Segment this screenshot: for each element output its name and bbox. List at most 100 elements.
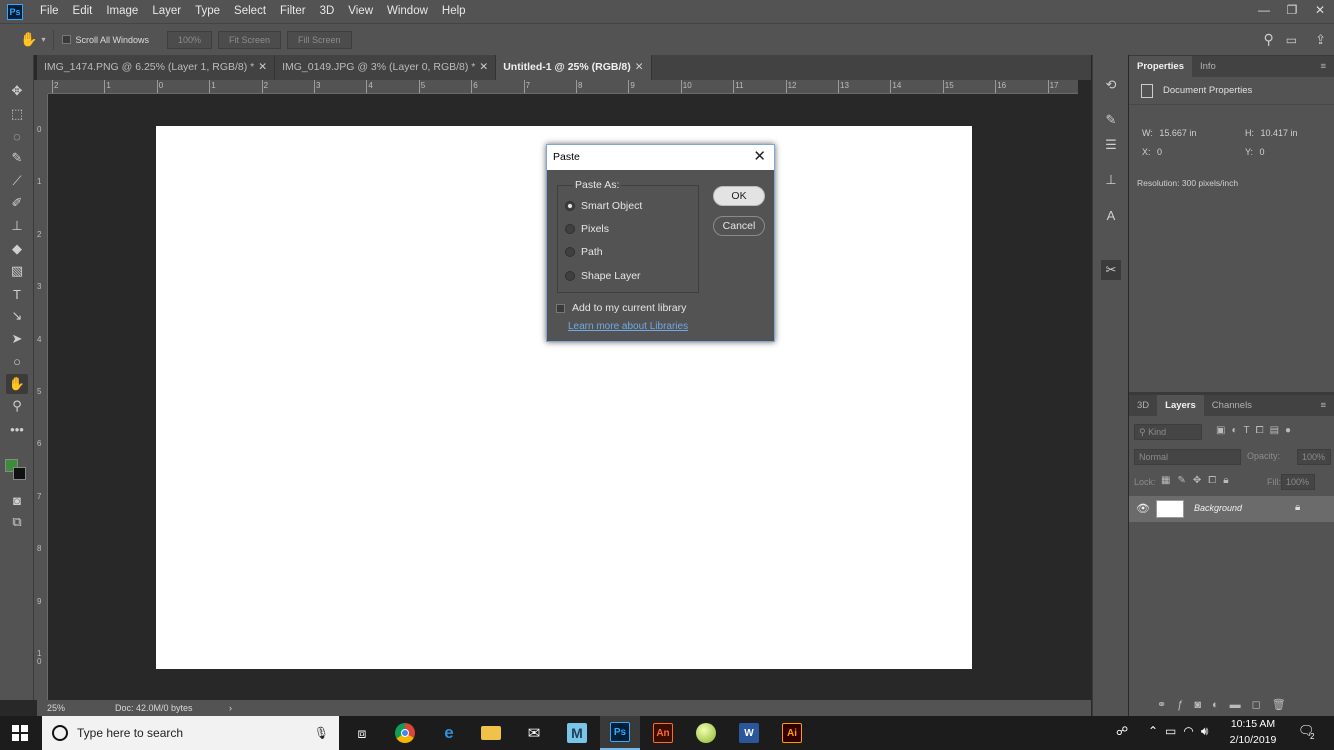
menu-help[interactable]: Help (435, 0, 473, 23)
tool-presets-icon[interactable]: ✂ (1101, 260, 1121, 280)
scroll-all-windows-checkbox[interactable] (62, 35, 72, 44)
close-icon[interactable]: ✕ (753, 145, 766, 169)
layer-filter-icons[interactable]: ▣◐T⧠▤● (1216, 425, 1297, 436)
add-to-library[interactable]: Add to my current library (556, 302, 686, 314)
menu-layer[interactable]: Layer (145, 0, 188, 23)
ellipse-tool-icon[interactable]: ○ (6, 351, 28, 371)
zoom-tool-icon[interactable]: ⚲ (6, 396, 28, 416)
width-value[interactable]: 15.667 in (1159, 128, 1196, 138)
marquee-tool-icon[interactable]: ⬚ (6, 104, 28, 124)
preset-dropdown-icon[interactable]: ▾ (41, 35, 45, 44)
moviemaker-icon[interactable]: M (557, 716, 597, 750)
file-explorer-icon[interactable] (471, 716, 511, 750)
close-window-icon[interactable]: ✕ (1306, 0, 1334, 23)
edge-icon[interactable]: e (429, 716, 469, 750)
chrome-icon[interactable] (385, 716, 425, 750)
quick-select-tool-icon[interactable]: ✎ (6, 148, 28, 168)
stamp-tool-icon[interactable]: ⊥ (6, 216, 28, 236)
radio-button[interactable] (565, 224, 575, 234)
radio-button[interactable] (565, 247, 575, 257)
panel-menu-icon[interactable]: ≡ (1312, 56, 1334, 77)
system-tray-icons[interactable]: ⌃▭◠🔊︎ (1148, 724, 1215, 739)
background-color-swatch[interactable] (13, 467, 26, 480)
lasso-tool-icon[interactable]: ◌ (6, 126, 28, 146)
hand-tool-icon[interactable]: ✋ (6, 374, 28, 394)
menu-view[interactable]: View (341, 0, 380, 23)
fit-screen-button[interactable]: Fit Screen (218, 30, 282, 49)
radio-button[interactable] (565, 201, 575, 211)
menu-file[interactable]: File (33, 0, 66, 23)
restore-icon[interactable]: ❐ (1278, 0, 1306, 23)
tab-img-1474[interactable]: IMG_1474.PNG @ 6.25% (Layer 1, RGB/8) * ✕ (37, 55, 276, 80)
kind-filter[interactable]: ⚲ Kind (1134, 424, 1202, 440)
eyedropper-tool-icon[interactable]: ⟋ (6, 171, 28, 191)
fill-input[interactable]: 100% (1281, 474, 1315, 490)
close-tab-icon[interactable]: ✕ (479, 61, 488, 73)
people-icon[interactable]: ☍ (1116, 724, 1128, 738)
blend-mode-select[interactable]: Normal (1134, 449, 1241, 465)
x-value[interactable]: 0 (1157, 147, 1162, 157)
radio-button[interactable] (565, 271, 575, 281)
opacity-input[interactable]: 100% (1297, 449, 1331, 465)
photoshop-taskbar-icon[interactable]: Ps (600, 716, 640, 750)
clock-time[interactable]: 10:15 AM (1228, 718, 1278, 730)
ok-button[interactable]: OK (713, 186, 765, 206)
menu-filter[interactable]: Filter (273, 0, 313, 23)
visibility-eye-icon[interactable]: 👁︎ (1136, 502, 1150, 515)
zoom-level[interactable]: 25% (47, 703, 83, 713)
share-icon[interactable]: ⇪ (1315, 32, 1326, 48)
brush-tool-icon[interactable]: ✐ (6, 193, 28, 213)
layers-menu-icon[interactable]: ≡ (1312, 395, 1334, 416)
height-value[interactable]: 10.417 in (1261, 128, 1298, 138)
mail-icon[interactable]: ✉ (514, 716, 554, 750)
radio-shape-layer[interactable]: Shape Layer (565, 270, 641, 282)
eraser-tool-icon[interactable]: ◆ (6, 239, 28, 259)
tab-img-0149[interactable]: IMG_0149.JPG @ 3% (Layer 0, RGB/8) * ✕ (275, 55, 497, 80)
zoom-100-button[interactable]: 100% (166, 30, 213, 49)
layer-row[interactable]: 👁︎ Background 🔒︎ (1129, 496, 1334, 522)
more-tools-icon[interactable]: ••• (6, 419, 28, 439)
character-icon[interactable]: A (1101, 205, 1121, 225)
menu-3d[interactable]: 3D (313, 0, 342, 23)
path-select-tool-icon[interactable]: ➤ (6, 329, 28, 349)
workspace-icon[interactable]: ▭ (1286, 33, 1297, 47)
radio-pixels[interactable]: Pixels (565, 223, 609, 235)
word-icon[interactable]: W (729, 716, 769, 750)
tab-info[interactable]: Info (1192, 56, 1224, 77)
y-value[interactable]: 0 (1260, 147, 1265, 157)
pen-tool-icon[interactable]: ↘ (6, 306, 28, 326)
layer-name[interactable]: Background (1194, 503, 1242, 513)
type-tool-icon[interactable]: T (6, 284, 28, 304)
menu-window[interactable]: Window (380, 0, 435, 23)
task-view-icon[interactable]: ⧈ (342, 716, 382, 750)
menu-type[interactable]: Type (188, 0, 227, 23)
gradient-tool-icon[interactable]: ▧ (6, 261, 28, 281)
clock-date[interactable]: 2/10/2019 (1228, 734, 1278, 746)
hand-tool-preset-icon[interactable]: ✋ (20, 31, 37, 48)
animate-icon[interactable]: An (643, 716, 683, 750)
tab-3d[interactable]: 3D (1129, 395, 1157, 416)
tab-channels[interactable]: Channels (1204, 395, 1260, 416)
minimize-icon[interactable]: — (1250, 0, 1278, 23)
menu-image[interactable]: Image (99, 0, 145, 23)
brush-settings-icon[interactable]: ✎ (1101, 110, 1121, 130)
menu-edit[interactable]: Edit (66, 0, 100, 23)
learn-more-link[interactable]: Learn more about Libraries (568, 321, 688, 332)
move-tool-icon[interactable]: ✥ (6, 81, 28, 101)
clone-source-icon[interactable]: ⊥ (1101, 170, 1121, 190)
illustrator-icon[interactable]: Ai (772, 716, 812, 750)
close-tab-icon[interactable]: ✕ (258, 61, 267, 73)
radio-path[interactable]: Path (565, 246, 603, 258)
fill-screen-button[interactable]: Fill Screen (287, 30, 352, 49)
menu-select[interactable]: Select (227, 0, 273, 23)
tab-properties[interactable]: Properties (1129, 56, 1192, 77)
windows-start-icon[interactable] (0, 716, 40, 750)
history-icon[interactable]: ⟲ (1101, 75, 1121, 95)
tab-untitled-1[interactable]: Untitled-1 @ 25% (RGB/8) ✕ (496, 55, 652, 80)
search-icon[interactable]: ⚲ (1263, 31, 1273, 48)
radio-smart-object[interactable]: Smart Object (565, 200, 642, 212)
layer-actions[interactable]: ⚭ƒ◙◐▬◻🗑︎ (1157, 698, 1297, 711)
status-menu-arrow-icon[interactable]: › (229, 703, 232, 713)
cancel-button[interactable]: Cancel (713, 216, 765, 236)
tab-layers[interactable]: Layers (1157, 395, 1204, 416)
